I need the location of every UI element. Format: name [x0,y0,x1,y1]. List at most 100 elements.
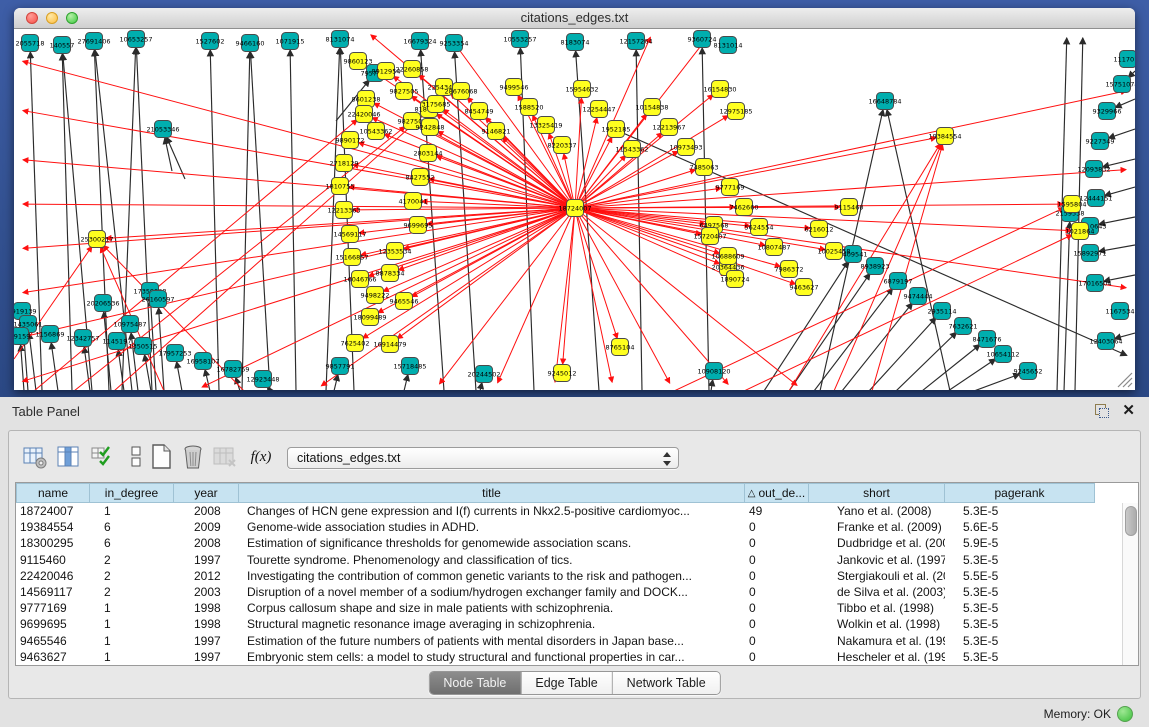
svg-text:9242848: 9242848 [416,124,445,132]
new-file-icon[interactable] [147,443,175,471]
svg-text:9474444: 9474444 [904,293,933,301]
table-row[interactable]: 2242004622012Investigating the contribut… [16,568,1138,584]
network-canvas[interactable]: 1872400720557181405572769140610653257152… [14,29,1135,390]
svg-text:1156869: 1156869 [36,331,65,339]
svg-text:9253354: 9253354 [440,40,469,48]
row-tools-icon[interactable] [122,443,150,471]
column-header-pagerank[interactable]: pagerank [945,483,1095,503]
svg-text:9857791: 9857791 [326,363,355,371]
vertical-scrollbar[interactable] [1122,503,1138,665]
table-row[interactable]: 911546021997Tourette syndrome. Phenomeno… [16,552,1138,568]
column-header-label: short [863,486,890,500]
delete-trash-icon[interactable] [179,443,207,471]
svg-text:8765104: 8765104 [606,344,635,352]
cell-name: 18724007 [16,504,90,518]
svg-text:10654112: 10654112 [986,351,1019,359]
svg-text:18099489: 18099489 [353,314,386,322]
svg-text:4170041: 4170041 [399,198,428,206]
cell-year: 1998 [174,617,239,631]
svg-text:1117014: 1117014 [1114,56,1135,64]
scrollbar-thumb[interactable] [1125,506,1137,536]
svg-text:1527602: 1527602 [196,38,225,46]
svg-text:2935114: 2935114 [928,308,957,316]
table-selector-dropdown[interactable]: citations_edges.txt [287,447,679,469]
svg-text:19384554: 19384554 [928,133,961,141]
cell-name: 9115460 [16,553,90,567]
svg-text:9245652: 9245652 [1014,368,1043,376]
svg-text:1145197: 1145197 [103,338,132,346]
svg-text:2718129: 2718129 [330,160,359,168]
dropdown-stepper-icon [662,452,671,466]
svg-text:15751074: 15751074 [1105,81,1135,89]
svg-text:10908120: 10908120 [697,368,730,376]
cell-year: 2012 [174,569,239,583]
cell-in_degree: 1 [90,634,174,648]
function-builder-icon[interactable]: f(x) [247,443,275,471]
cell-pagerank: 5.3E-5 [945,585,1095,599]
memory-ok-indicator[interactable] [1117,706,1133,722]
svg-text:25300217: 25300217 [80,236,113,244]
column-header-label: name [38,486,68,500]
cell-pagerank: 5.5E-5 [945,569,1095,583]
float-panel-icon[interactable] [1095,404,1109,418]
table-row[interactable]: 946362711997Embryonic stem cells: a mode… [16,649,1138,665]
cell-pagerank: 5.3E-5 [945,634,1095,648]
table-row[interactable]: 1938455462009Genome-wide association stu… [16,519,1138,535]
column-header-year[interactable]: year [174,483,239,503]
cell-short: de Silva et al. (2003) [809,585,945,599]
cell-short: Stergiakouli et al. (2012) [809,569,945,583]
svg-text:9146821: 9146821 [482,128,511,136]
close-panel-icon[interactable]: ✕ [1122,401,1135,419]
svg-text:9890172: 9890172 [336,137,365,145]
svg-text:8601238: 8601238 [352,96,381,104]
tab-node-table[interactable]: Node Table [429,672,520,694]
table-row[interactable]: 1456911722003Disruption of a novel membe… [16,584,1138,600]
svg-text:12353534: 12353534 [378,248,411,256]
tab-network-table[interactable]: Network Table [612,672,720,694]
svg-text:16914479: 16914479 [373,341,406,349]
column-header-name[interactable]: name [16,483,90,503]
svg-text:16046766: 16046766 [343,276,376,284]
svg-text:8471676: 8471676 [973,336,1002,344]
svg-text:20244502: 20244502 [467,371,500,379]
svg-text:7986372: 7986372 [775,266,804,274]
table-row[interactable]: 969969511998Structural magnetic resonanc… [16,616,1138,632]
cell-title: Structural magnetic resonance image aver… [239,617,745,631]
svg-text:8220337: 8220337 [548,142,577,150]
svg-text:15720407: 15720407 [693,233,726,241]
table-row[interactable]: 1830029562008Estimation of significance … [16,535,1138,551]
cell-short: Hescheler et al. (1997) [809,650,945,664]
svg-text:10975487: 10975487 [113,321,146,329]
show-columns-icon[interactable] [54,443,82,471]
svg-text:8454749: 8454749 [465,108,494,116]
table-row[interactable]: 1872400712008Changes of HCN gene express… [16,503,1138,519]
column-header-short[interactable]: short [809,483,945,503]
table-row[interactable]: 977716911998Corpus callosum shape and si… [16,600,1138,616]
svg-text:140557: 140557 [50,42,75,50]
table-row[interactable]: 946554611997Estimation of the future num… [16,633,1138,649]
svg-text:1890724: 1890724 [721,276,750,284]
graph-node[interactable]: 140557 [50,37,75,54]
svg-text:16648784: 16648784 [868,98,901,106]
svg-text:7632621: 7632621 [949,323,978,331]
cell-short: Wolkin et al. (1998) [809,617,945,631]
window-titlebar[interactable]: citations_edges.txt [14,8,1135,29]
graph-node[interactable]: 39159 [14,328,30,345]
svg-text:9498222: 9498222 [361,292,390,300]
cell-title: Investigating the contribution of common… [239,569,745,583]
apply-checks-icon[interactable] [88,443,116,471]
svg-text:11543362: 11543362 [615,146,648,154]
svg-text:17957253: 17957253 [158,350,191,358]
column-header-in_degree[interactable]: in_degree [90,483,174,503]
column-header-title[interactable]: title [239,483,745,503]
tab-edge-table[interactable]: Edge Table [520,672,611,694]
table-settings-icon[interactable] [21,443,49,471]
cell-title: Estimation of significance thresholds fo… [239,536,745,550]
column-header-out_degree[interactable]: △out_de... [745,483,809,503]
import-table-disabled-icon [211,443,239,471]
svg-text:14569117: 14569117 [333,231,366,239]
svg-text:9245012: 9245012 [548,370,577,378]
column-header-label: pagerank [994,486,1044,500]
svg-text:22420046: 22420046 [347,111,380,119]
svg-text:18724007: 18724007 [558,205,591,213]
